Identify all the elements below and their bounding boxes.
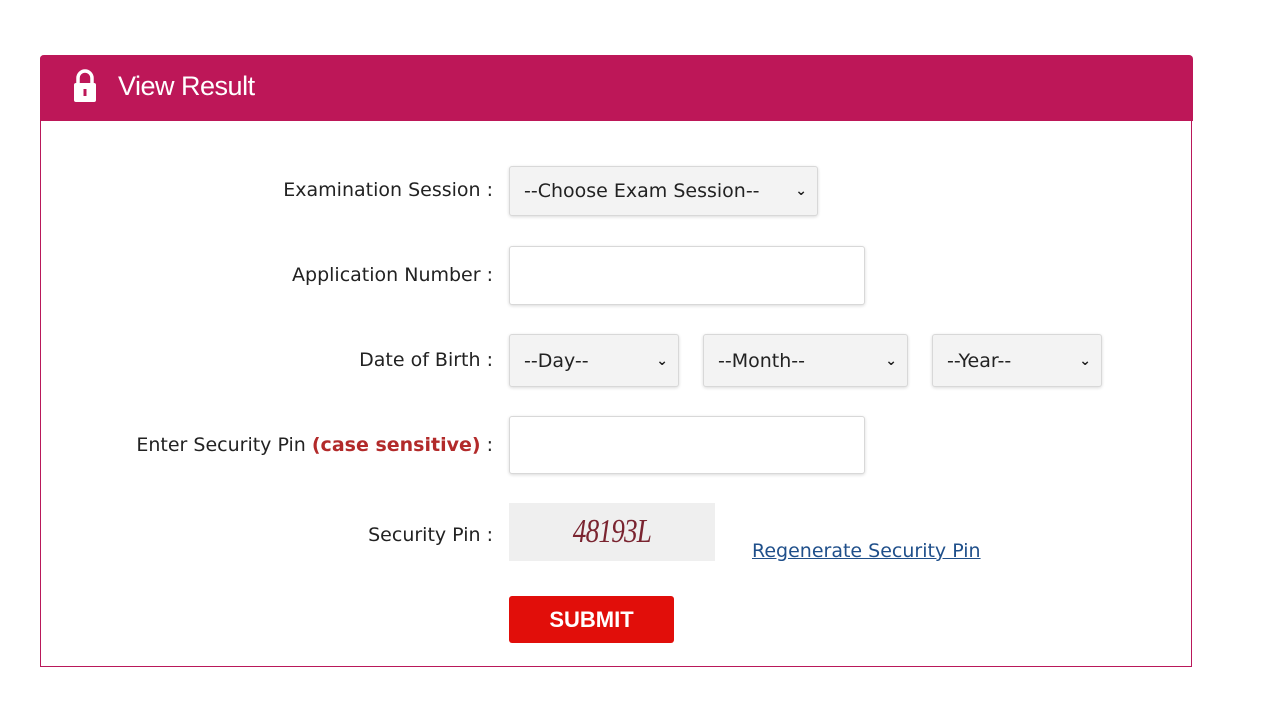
panel-header: View Result (40, 55, 1193, 121)
application-number-input[interactable] (509, 246, 865, 305)
captcha-text: 48193L (572, 513, 652, 550)
exam-session-value: --Choose Exam Session-- (524, 180, 760, 202)
captcha-image: 48193L (509, 503, 715, 561)
security-pin-input-label-text: Enter Security Pin (136, 434, 306, 456)
dob-year-value: --Year-- (947, 349, 1012, 372)
chevron-down-icon: ⌄ (656, 352, 668, 369)
chevron-down-icon: ⌄ (1079, 352, 1091, 369)
dob-month-value: --Month-- (718, 349, 805, 372)
exam-session-label: Examination Session : (283, 179, 493, 201)
security-pin-input-label: Enter Security Pin (case sensitive) : (136, 434, 493, 456)
dob-day-value: --Day-- (524, 349, 589, 372)
chevron-down-icon: ⌄ (795, 183, 807, 199)
dob-month-select[interactable]: --Month-- ⌄ (703, 334, 908, 387)
dob-year-select[interactable]: --Year-- ⌄ (932, 334, 1102, 387)
security-pin-input[interactable] (509, 416, 865, 474)
dob-label: Date of Birth : (359, 349, 493, 371)
label-colon: : (486, 434, 493, 456)
submit-button[interactable]: SUBMIT (509, 596, 674, 643)
dob-day-select[interactable]: --Day-- ⌄ (509, 334, 679, 387)
case-sensitive-note: (case sensitive) (311, 434, 481, 456)
application-number-label: Application Number : (292, 264, 493, 286)
regenerate-security-pin-link[interactable]: Regenerate Security Pin (752, 540, 981, 562)
chevron-down-icon: ⌄ (885, 352, 897, 369)
security-pin-label: Security Pin : (368, 524, 493, 546)
panel-title: View Result (118, 71, 255, 101)
exam-session-select[interactable]: --Choose Exam Session-- ⌄ (509, 166, 818, 216)
lock-icon (73, 69, 97, 107)
